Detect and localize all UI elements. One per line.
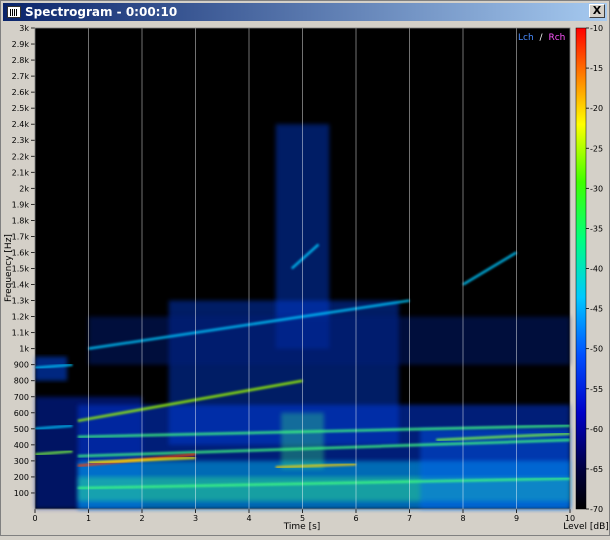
y-tick-label-5: 500 bbox=[14, 425, 29, 434]
y-tick-label-19: 1.9k bbox=[12, 200, 30, 209]
y-tick-label-17: 1.7k bbox=[12, 232, 30, 241]
colorbar-tick-label-3: -25 bbox=[590, 144, 603, 153]
y-tick-label-6: 600 bbox=[14, 409, 29, 418]
colorbar-tick-label-7: -45 bbox=[590, 305, 603, 314]
x-tick-label-2: 2 bbox=[139, 514, 144, 523]
colorbar-axis: -10 -15 -20 -25 -30 -35 -40 -45 -50 -55 -60 -65 -70 bbox=[586, 24, 603, 514]
y-tick-label-12: 1.2k bbox=[12, 313, 30, 322]
colorbar-tick-label-9: -55 bbox=[590, 385, 603, 394]
x-tick-label-8: 8 bbox=[460, 514, 465, 523]
y-tick-label-25: 2.5k bbox=[12, 104, 30, 113]
colorbar-tick-label-12: -70 bbox=[590, 505, 603, 514]
y-tick-label-26: 2.6k bbox=[12, 88, 30, 97]
x-tick-label-1: 1 bbox=[86, 514, 91, 523]
y-tick-label-22: 2.2k bbox=[12, 152, 30, 161]
x-tick-label-4: 4 bbox=[246, 514, 251, 523]
colorbar-tick-label-1: -15 bbox=[590, 64, 603, 73]
y-tick-label-16: 1.6k bbox=[12, 248, 30, 257]
colorbar-tick-label-11: -65 bbox=[590, 465, 603, 474]
legend-sep: / bbox=[540, 33, 544, 43]
y-tick-label-8: 800 bbox=[14, 377, 29, 386]
legend-rch: Rch bbox=[548, 33, 565, 43]
y-tick-label-21: 2.1k bbox=[12, 168, 30, 177]
colorbar-tick-label-2: -20 bbox=[590, 104, 603, 113]
y-tick-label-14: 1.4k bbox=[12, 281, 30, 290]
colorbar-tick-label-5: -35 bbox=[590, 224, 603, 233]
spectrogram-chart: 0 1 2 3 4 5 6 7 8 9 10 100 200 300 400 500 600 700 800 900… bbox=[0, 0, 610, 536]
y-tick-label-29: 2.9k bbox=[12, 40, 30, 49]
legend-lch: Lch bbox=[518, 33, 534, 43]
x-axis-label: Time [s] bbox=[283, 522, 321, 532]
y-tick-label-27: 2.7k bbox=[12, 72, 30, 81]
y-tick-label-7: 700 bbox=[14, 393, 29, 402]
y-tick-label-20: 2k bbox=[19, 184, 29, 193]
x-tick-label-7: 7 bbox=[407, 514, 412, 523]
y-tick-label-18: 1.8k bbox=[12, 216, 30, 225]
x-tick-label-9: 9 bbox=[514, 514, 519, 523]
x-tick-label-6: 6 bbox=[353, 514, 358, 523]
colorbar-tick-label-0: -10 bbox=[590, 24, 603, 33]
y-tick-label-10: 1k bbox=[19, 345, 29, 354]
energy-blob-9 bbox=[88, 316, 570, 365]
colorbar-label: Level [dB] bbox=[563, 522, 609, 532]
x-tick-label-3: 3 bbox=[193, 514, 198, 523]
x-tick-label-0: 0 bbox=[32, 514, 37, 523]
x-axis: 0 1 2 3 4 5 6 7 8 9 10 bbox=[32, 509, 575, 523]
y-tick-label-23: 2.3k bbox=[12, 136, 30, 145]
y-tick-label-11: 1.1k bbox=[12, 329, 30, 338]
y-tick-label-4: 400 bbox=[14, 441, 29, 450]
y-tick-label-1: 100 bbox=[14, 489, 29, 498]
y-axis-label: Frequency [Hz] bbox=[4, 234, 14, 302]
colorbar bbox=[575, 27, 587, 510]
y-tick-label-24: 2.4k bbox=[12, 120, 30, 129]
y-tick-label-15: 1.5k bbox=[12, 265, 30, 274]
colorbar-tick-label-6: -40 bbox=[590, 265, 603, 274]
colorbar-tick-label-10: -60 bbox=[590, 425, 603, 434]
y-tick-label-28: 2.8k bbox=[12, 56, 30, 65]
y-tick-label-13: 1.3k bbox=[12, 297, 30, 306]
colorbar-tick-label-4: -30 bbox=[590, 184, 603, 193]
y-tick-label-3: 300 bbox=[14, 457, 29, 466]
y-tick-label-2: 200 bbox=[14, 473, 29, 482]
y-tick-label-9: 900 bbox=[14, 361, 29, 370]
y-tick-label-30: 3k bbox=[19, 24, 29, 33]
colorbar-tick-label-8: -50 bbox=[590, 345, 603, 354]
legend: Lch / Rch bbox=[518, 33, 565, 43]
